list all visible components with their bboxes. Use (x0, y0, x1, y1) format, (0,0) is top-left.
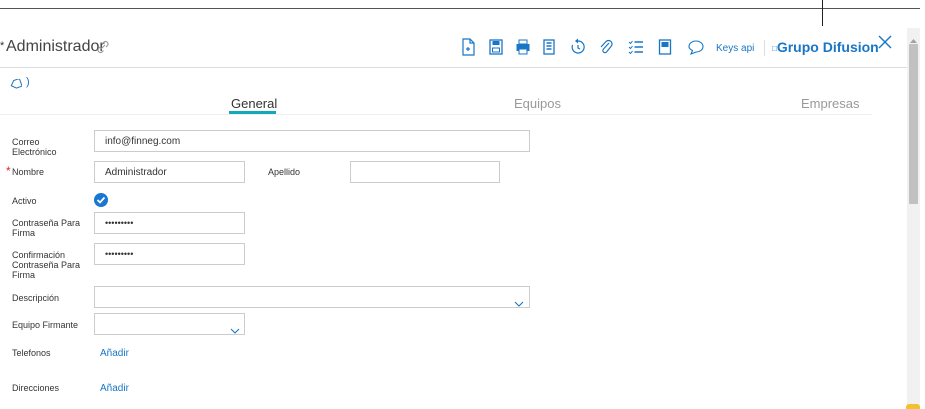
telefonos-label: Telefonos (12, 348, 51, 358)
direcciones-label: Direcciones (12, 383, 60, 393)
scrollbar-thumb[interactable] (909, 44, 918, 204)
print-icon[interactable] (515, 38, 531, 56)
close-icon[interactable] (877, 34, 893, 55)
link-icon[interactable] (96, 40, 110, 59)
confirmacion-label: Confirmación Contraseña Para Firma (12, 250, 81, 280)
contrasena-input[interactable] (94, 212, 245, 234)
tab-empresas[interactable]: Empresas (801, 96, 860, 111)
equipo-label: Equipo Firmante (12, 320, 79, 330)
tab-equipos[interactable]: Equipos (514, 96, 561, 111)
save-icon[interactable] (488, 38, 504, 56)
header-divider (0, 67, 908, 68)
equipo-select[interactable] (94, 313, 245, 335)
descripcion-select[interactable] (94, 286, 530, 308)
toolbar-separator (764, 40, 765, 56)
apellido-input[interactable] (350, 161, 500, 183)
checklist-icon[interactable] (628, 38, 644, 56)
tab-general[interactable]: General (231, 96, 277, 111)
top-marker-line (822, 0, 823, 26)
chevron-down-icon[interactable] (514, 294, 524, 312)
tabs-divider (0, 114, 872, 115)
note-icon[interactable] (657, 38, 673, 56)
tag-icon[interactable] (10, 76, 23, 94)
copy-icon[interactable] (541, 38, 557, 56)
contrasena-label: Contraseña Para Firma (12, 218, 81, 238)
activo-label: Activo (12, 196, 37, 206)
help-tab[interactable] (906, 404, 920, 409)
history-icon[interactable] (570, 38, 586, 56)
required-marker: * (6, 164, 11, 178)
group-name[interactable]: □Grupo Difusion (772, 39, 879, 55)
modified-indicator: * (0, 40, 5, 52)
nombre-input[interactable] (94, 161, 245, 183)
tags-expand-chevron[interactable]: ) (26, 76, 30, 88)
attach-icon[interactable] (598, 38, 614, 56)
apellido-label: Apellido (268, 167, 301, 177)
chevron-down-icon[interactable] (230, 321, 240, 339)
new-document-icon[interactable] (461, 38, 477, 56)
nombre-label: Nombre (12, 167, 45, 177)
top-divider (0, 8, 920, 9)
descripcion-label: Descripción (12, 293, 60, 303)
confirmacion-input[interactable] (94, 243, 245, 265)
page-title: Administrador (6, 38, 105, 55)
activo-checkbox[interactable] (94, 193, 108, 207)
correo-input[interactable] (94, 130, 530, 152)
add-telefono-link[interactable]: Añadir (100, 348, 129, 359)
comment-icon[interactable] (688, 38, 704, 56)
group-label: Grupo Difusion (776, 39, 879, 55)
add-direccion-link[interactable]: Añadir (100, 383, 129, 394)
correo-label: Correo Electrónico (12, 137, 57, 157)
keys-api-link[interactable]: Keys api (716, 43, 754, 54)
